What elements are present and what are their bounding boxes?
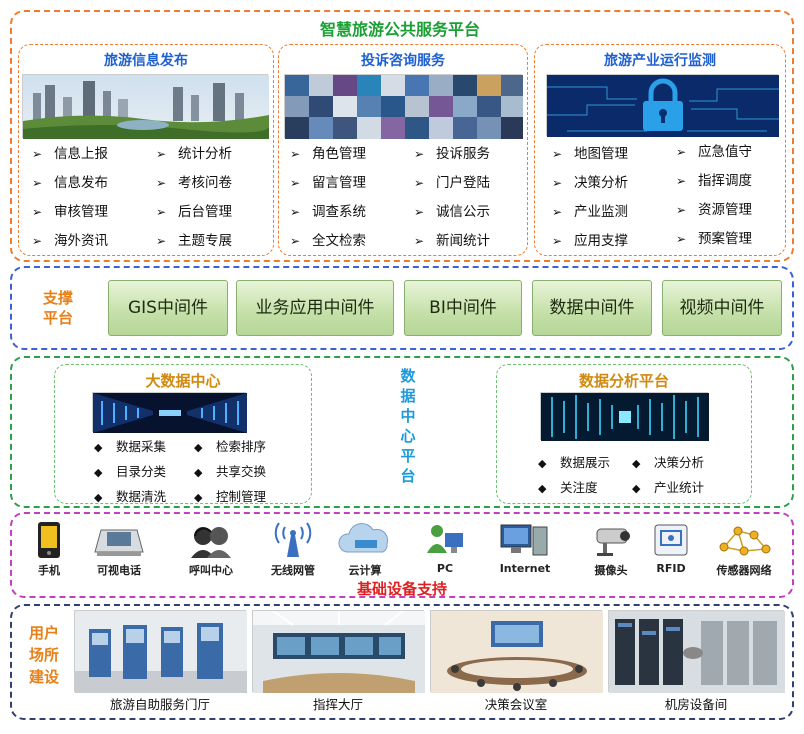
panel-2-list-a: ➢ 角色管理 ➢ 留言管理 ➢ 调查系统 ➢ 全文检索 — [290, 140, 366, 256]
list-item: ➢ 应用支撑 — [552, 233, 628, 249]
rfid-icon — [654, 524, 688, 556]
camera-icon — [596, 528, 630, 556]
list-item: ➢ 信息上报 — [32, 146, 108, 162]
list-item: ➢ 应急值守 — [676, 144, 752, 160]
analysis-list-b: ◆ 决策分析 ◆ 产业统计 — [632, 450, 704, 500]
city-photo — [22, 74, 269, 139]
self-service-hall-photo — [74, 610, 247, 693]
list-item: ➢ 调查系统 — [290, 204, 366, 220]
call-center-icon — [191, 527, 231, 558]
venue-caption: 指挥大厅 — [312, 697, 363, 712]
sensor-network-icon — [719, 526, 771, 556]
list-item: ◆ 决策分析 — [632, 455, 705, 470]
list-item: ◆ 关注度 — [538, 480, 598, 495]
list-item: ➢ 统计分析 — [156, 146, 232, 162]
list-item: ➢ 预案管理 — [676, 231, 752, 247]
panel-title: 旅游信息发布 — [104, 53, 188, 69]
device-call-center: 呼叫中心 — [176, 520, 246, 578]
list-item: ➢ 后台管理 — [156, 204, 232, 220]
list-item: ◆ 目录分类 — [94, 464, 167, 479]
list-item: ➢ 指挥调度 — [676, 173, 752, 189]
command-hall-photo — [252, 610, 425, 693]
list-item: ◆ 检索排序 — [194, 439, 267, 454]
video-middleware: 视频中间件 — [662, 280, 782, 336]
analysis-list-a: ◆ 数据展示 ◆ 关注度 — [538, 450, 610, 500]
panel-title: 旅游产业运行监测 — [604, 53, 716, 69]
list-item: ➢ 产业监测 — [552, 204, 628, 220]
device-rfid: RFID — [636, 520, 706, 575]
list-item: ➢ 新闻统计 — [414, 233, 490, 249]
pc-icon — [427, 525, 463, 553]
list-item: ➢ 考核问卷 — [156, 175, 232, 191]
server-room-photo — [92, 392, 247, 433]
data-stream-photo — [540, 392, 709, 441]
list-item: ◆ 控制管理 — [194, 489, 267, 504]
security-lock-photo — [546, 74, 779, 137]
device-internet: Internet — [490, 520, 560, 575]
data-center-platform-label: 数据 中心 平台 — [400, 367, 416, 485]
support-platform-label: 支撑 平台 — [42, 289, 73, 327]
list-item: ◆ 产业统计 — [632, 480, 705, 495]
list-item: ➢ 角色管理 — [290, 146, 366, 162]
cloud-icon — [338, 523, 389, 553]
data-middleware: 数据中间件 — [532, 280, 652, 336]
device-video-phone: 可视电话 — [84, 520, 154, 578]
list-item: ◆ 数据展示 — [538, 455, 611, 470]
list-item: ➢ 海外资讯 — [32, 233, 108, 249]
big-data-list-a: ◆ 数据采集 ◆ 目录分类 ◆ 数据清洗 — [94, 434, 166, 509]
panel-3-list-a: ➢ 地图管理 ➢ 决策分析 ➢ 产业监测 ➢ 应用支撑 — [552, 140, 628, 256]
meeting-room-photo — [430, 610, 603, 693]
phone-icon — [38, 522, 60, 558]
list-item: ◆ 共享交换 — [194, 464, 267, 479]
panel-3-list-b: ➢ 应急值守 ➢ 指挥调度 ➢ 资源管理 ➢ 预案管理 — [676, 138, 752, 254]
list-item: ➢ 信息发布 — [32, 175, 108, 191]
list-item: ➢ 决策分析 — [552, 175, 628, 191]
panel-title: 投诉咨询服务 — [361, 53, 445, 69]
device-phone: 手机 — [14, 520, 84, 578]
list-item: ➢ 审核管理 — [32, 204, 108, 220]
server-room-venue-photo — [608, 610, 785, 693]
list-item: ➢ 全文检索 — [290, 233, 366, 249]
panel-1-list-b: ➢ 统计分析 ➢ 考核问卷 ➢ 后台管理 ➢ 主题专展 — [156, 140, 232, 256]
platform-title: 智慧旅游公共服务平台 — [319, 20, 480, 39]
wireless-icon — [274, 522, 312, 557]
list-item: ➢ 留言管理 — [290, 175, 366, 191]
venue-caption: 旅游自助服务门厅 — [109, 697, 210, 712]
panel-2-list-b: ➢ 投诉服务 ➢ 门户登陆 ➢ 诚信公示 ➢ 新闻统计 — [414, 140, 490, 256]
video-phone-icon — [94, 529, 144, 556]
big-data-title: 大数据中心 — [145, 372, 221, 390]
internet-icon — [500, 524, 548, 556]
bi-middleware: BI中间件 — [404, 280, 522, 336]
panel-1-list-a: ➢ 信息上报 ➢ 信息发布 ➢ 审核管理 ➢ 海外资讯 — [32, 140, 108, 256]
list-item: ➢ 诚信公示 — [414, 204, 490, 220]
device-sensor-network: 传感器网络 — [702, 520, 786, 578]
list-item: ➢ 主题专展 — [156, 233, 232, 249]
data-analysis-title: 数据分析平台 — [578, 372, 669, 390]
business-middleware: 业务应用中间件 — [236, 280, 394, 336]
big-data-list-b: ◆ 检索排序 ◆ 共享交换 ◆ 控制管理 — [194, 434, 266, 509]
venue-caption: 机房设备间 — [664, 697, 728, 712]
device-wireless: 无线网管 — [258, 520, 328, 578]
list-item: ◆ 数据清洗 — [94, 489, 167, 504]
list-item: ➢ 投诉服务 — [414, 146, 490, 162]
device-support-title: 基础设备支持 — [356, 580, 447, 598]
list-item: ➢ 门户登陆 — [414, 175, 490, 191]
gis-middleware: GIS中间件 — [108, 280, 228, 336]
list-item: ◆ 数据采集 — [94, 439, 167, 454]
venue-caption: 决策会议室 — [484, 697, 548, 712]
device-cloud: 云计算 — [330, 520, 400, 578]
list-item: ➢ 地图管理 — [552, 146, 628, 162]
venue-label: 用户 场所 建设 — [28, 624, 59, 686]
mosaic-photo — [284, 74, 523, 139]
device-pc: PC — [410, 520, 480, 575]
list-item: ➢ 资源管理 — [676, 202, 752, 218]
